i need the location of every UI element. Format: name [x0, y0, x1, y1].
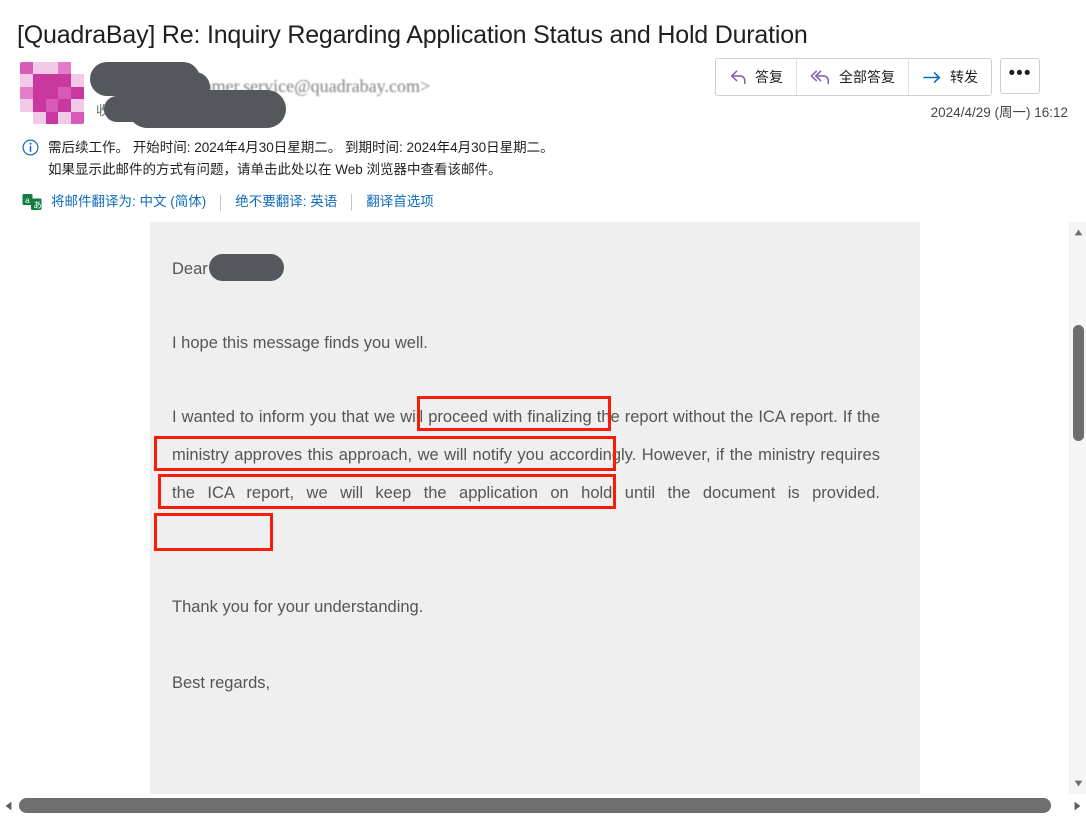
avatar-pixel [58, 86, 72, 100]
email-reading-pane: [QuadraBay] Re: Inquiry Regarding Applic… [0, 0, 1086, 817]
avatar-mosaic [20, 62, 84, 124]
redaction-blob [208, 254, 284, 281]
scroll-right-arrow[interactable] [1069, 795, 1086, 817]
avatar-pixel [71, 99, 84, 112]
horizontal-scrollbar[interactable] [0, 795, 1086, 817]
horizontal-scrollbar-track[interactable] [17, 795, 1069, 817]
message-actions-toolbar: 答复 全部答复 转发 ••• [715, 58, 1040, 96]
translation-preferences-link[interactable]: 翻译首选项 [352, 193, 448, 211]
avatar-pixel [58, 99, 72, 112]
reply-button-label: 答复 [755, 69, 783, 85]
info-circle-icon [22, 139, 39, 161]
reply-button[interactable]: 答复 [716, 59, 797, 95]
avatar-pixel [45, 111, 59, 124]
scroll-up-arrow[interactable] [1070, 224, 1086, 241]
avatar-pixel [71, 111, 84, 124]
greeting-text: Dear [172, 260, 208, 278]
reply-all-button-label: 全部答复 [839, 69, 895, 85]
translate-to-link[interactable]: 将邮件翻译为: 中文 (简体) [51, 193, 220, 211]
body-paragraph-1: I hope this message finds you well. [172, 334, 428, 352]
reply-all-button[interactable]: 全部答复 [797, 59, 909, 95]
avatar-pixel [45, 99, 59, 112]
avatar[interactable] [20, 62, 84, 124]
translate-icon: a あ [22, 193, 42, 211]
more-options-button[interactable]: ••• [1000, 58, 1040, 94]
forward-button-label: 转发 [950, 69, 978, 85]
translation-bar: a あ 将邮件翻译为: 中文 (简体) 绝不要翻译: 英语 翻译首选项 [22, 191, 448, 213]
avatar-pixel [58, 74, 72, 87]
scroll-down-arrow[interactable] [1070, 775, 1086, 792]
message-body-content: Dear I hope this message finds you well.… [150, 222, 920, 702]
never-translate-link[interactable]: 绝不要翻译: 英语 [221, 193, 351, 211]
avatar-pixel [45, 74, 59, 87]
avatar-pixel [32, 99, 46, 112]
forward-button[interactable]: 转发 [909, 59, 991, 95]
avatar-pixel [20, 99, 33, 112]
avatar-pixel [20, 111, 33, 124]
reply-button-group: 答复 全部答复 转发 [715, 58, 992, 96]
scroll-left-arrow[interactable] [0, 795, 17, 817]
avatar-pixel [32, 62, 46, 75]
avatar-pixel [32, 86, 46, 100]
reply-arrow-icon [729, 69, 748, 86]
redaction-blob [104, 96, 164, 122]
forward-arrow-icon [922, 70, 943, 85]
avatar-pixel [71, 62, 84, 75]
avatar-pixel [32, 74, 46, 87]
avatar-pixel [45, 62, 59, 75]
body-greeting: Dear [172, 250, 880, 288]
svg-text:a: a [25, 195, 30, 205]
message-body-panel: Dear I hope this message finds you well.… [150, 222, 920, 794]
followup-line: 需后续工作。 开始时间: 2024年4月30日星期二。 到期时间: 2024年4… [48, 140, 554, 155]
horizontal-scrollbar-thumb[interactable] [19, 798, 1051, 813]
body-signature: Best regards, [172, 674, 271, 692]
avatar-pixel [71, 74, 84, 87]
vertical-scrollbar-thumb[interactable] [1073, 325, 1084, 441]
body-paragraph-2: I wanted to inform you that we will proc… [172, 408, 880, 502]
avatar-pixel [32, 111, 46, 124]
avatar-pixel [71, 86, 84, 100]
reply-all-arrow-icon [810, 69, 832, 86]
info-banner-text: 需后续工作。 开始时间: 2024年4月30日星期二。 到期时间: 2024年4… [48, 137, 554, 181]
page-title: [QuadraBay] Re: Inquiry Regarding Applic… [17, 21, 808, 49]
avatar-pixel [45, 86, 59, 100]
body-paragraph-3: Thank you for your understanding. [172, 598, 424, 616]
message-timestamp: 2024/4/29 (周一) 16:12 [930, 105, 1068, 120]
avatar-pixel [20, 74, 33, 87]
avatar-pixel [58, 62, 72, 75]
vertical-scrollbar[interactable] [1069, 222, 1086, 794]
svg-text:あ: あ [33, 200, 42, 210]
avatar-pixel [20, 62, 33, 75]
avatar-pixel [20, 86, 33, 100]
view-in-browser-line[interactable]: 如果显示此邮件的方式有问题，请单击此处以在 Web 浏览器中查看该邮件。 [48, 159, 554, 181]
followup-info-banner: 需后续工作。 开始时间: 2024年4月30日星期二。 到期时间: 2024年4… [22, 137, 554, 181]
avatar-pixel [58, 111, 72, 124]
